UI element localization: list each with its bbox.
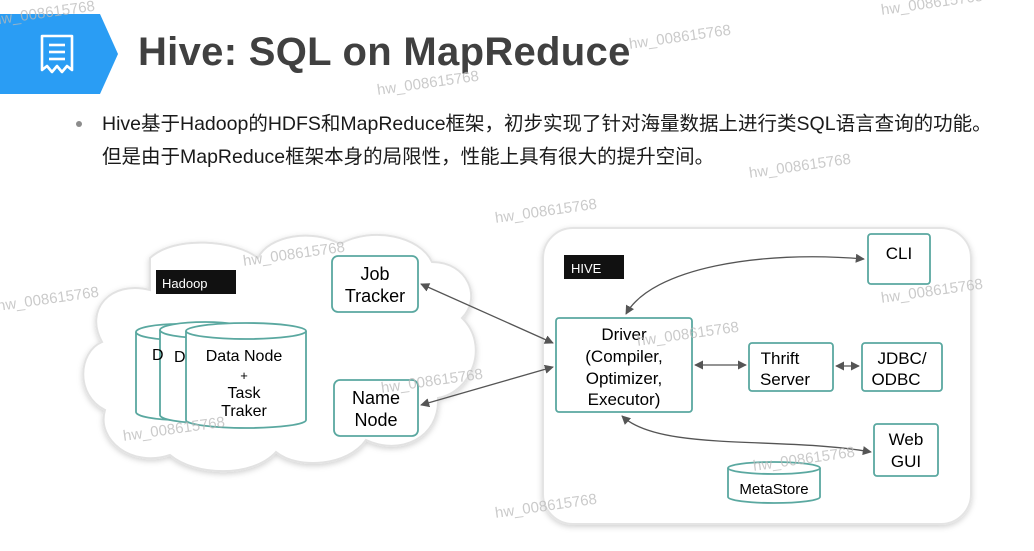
driver-line-2: (Compiler,	[585, 347, 662, 366]
job-tracker-line-2: Tracker	[345, 286, 405, 306]
metastore-label: MetaStore	[739, 481, 808, 498]
hive-label: HIVE	[571, 261, 602, 276]
architecture-diagram: Hadoop HIVE D D Data Node + Task Traker …	[82, 227, 972, 525]
driver-line-4: Executor)	[588, 390, 661, 409]
data-node-label-line-3: Task	[228, 385, 262, 402]
jdbc-odbc-line-1: JDBC/	[877, 349, 926, 368]
cli-label: CLI	[886, 244, 912, 263]
data-node-label-line-1: Data Node	[206, 348, 283, 365]
name-node-line-1: Name	[352, 388, 400, 408]
jdbc-odbc-line-2: ODBC	[871, 370, 920, 389]
driver-line-3: Optimizer,	[586, 369, 663, 388]
web-gui-line-1: Web	[889, 430, 924, 449]
data-node-back-label-2: D	[174, 349, 186, 366]
thrift-server-line-2: Server	[760, 370, 810, 389]
driver-line-1: Driver	[601, 325, 647, 344]
thrift-server-line-1: Thrift	[761, 349, 800, 368]
web-gui-line-2: GUI	[891, 452, 921, 471]
name-node-line-2: Node	[354, 410, 397, 430]
data-node-back-label-1: D	[152, 347, 164, 364]
hadoop-label: Hadoop	[162, 276, 208, 291]
data-node-label-line-4: Traker	[221, 403, 267, 420]
job-tracker-line-1: Job	[360, 264, 389, 284]
data-node-label-line-2: +	[240, 368, 248, 383]
